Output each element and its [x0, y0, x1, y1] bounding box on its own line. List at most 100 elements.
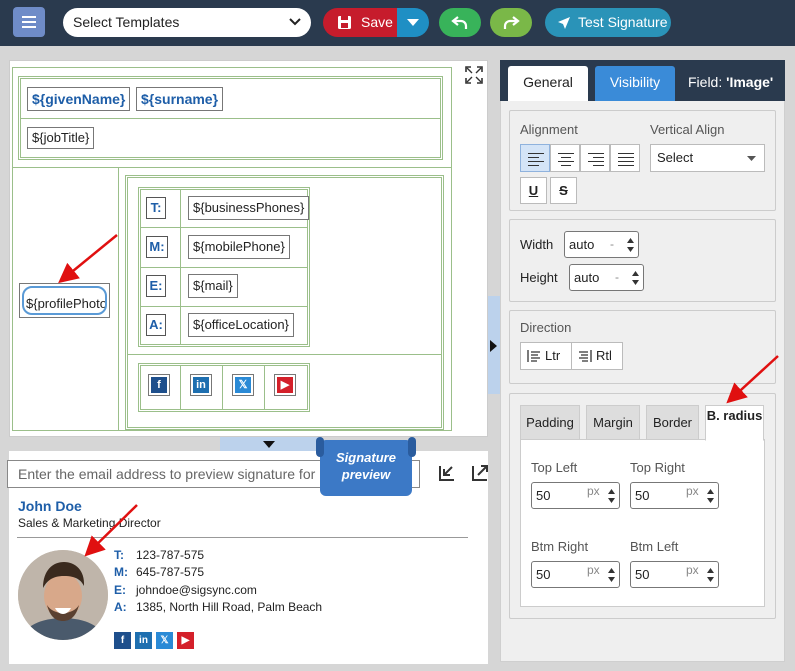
- profile-photo-image: [18, 550, 108, 640]
- btm-right-unit: px: [587, 563, 600, 577]
- height-label: Height: [520, 270, 558, 285]
- top-left-value: 50: [536, 488, 551, 503]
- save-button[interactable]: Save: [323, 8, 397, 37]
- btm-left-label: Btm Left: [630, 539, 679, 554]
- preview-contact-row: T: 123-787-575: [114, 547, 204, 564]
- top-left-unit: px: [587, 484, 600, 498]
- stepper-icon[interactable]: [632, 271, 639, 285]
- undo-button[interactable]: [439, 8, 481, 37]
- field-indicator: Field: 'Image': [688, 66, 773, 101]
- mail-placeholder[interactable]: ${mail}: [188, 274, 238, 298]
- vertical-align-select[interactable]: Select: [650, 144, 765, 172]
- profile-photo-label: ${profilePhoto}: [22, 286, 107, 315]
- redo-icon: [503, 16, 520, 29]
- contact-social-divider: [127, 354, 442, 355]
- facebook-icon[interactable]: f: [114, 632, 131, 649]
- template-select[interactable]: Select Templates: [63, 8, 311, 37]
- job-title-placeholder[interactable]: ${jobTitle}: [27, 127, 95, 149]
- given-name-placeholder[interactable]: ${givenName}: [27, 87, 131, 111]
- business-phones-placeholder[interactable]: ${businessPhones}: [188, 196, 310, 220]
- open-external-icon[interactable]: [470, 463, 490, 483]
- btm-left-input[interactable]: 50 px: [630, 561, 719, 588]
- name-divider: [20, 118, 441, 119]
- tab-general[interactable]: General: [508, 66, 588, 101]
- strikethrough-button[interactable]: S: [550, 177, 577, 204]
- align-center-button[interactable]: [550, 144, 580, 172]
- ltr-button[interactable]: Ltr: [520, 342, 572, 370]
- section-divider: [12, 167, 452, 168]
- test-signature-button[interactable]: Test Signature: [545, 8, 671, 37]
- align-right-button[interactable]: [580, 144, 610, 172]
- preview-contact-row: E: johndoe@sigsync.com: [114, 582, 257, 599]
- btm-right-input[interactable]: 50 px: [531, 561, 620, 588]
- caret-down-icon: [407, 19, 419, 26]
- linkedin-icon[interactable]: in: [135, 632, 152, 649]
- youtube-icon[interactable]: ▶: [177, 632, 194, 649]
- height-input[interactable]: auto -: [569, 264, 644, 291]
- undo-icon: [451, 16, 468, 29]
- stepper-icon[interactable]: [608, 489, 615, 503]
- top-right-value: 50: [635, 488, 650, 503]
- preview-contact-value: 1385, North Hill Road, Palm Beach: [136, 600, 323, 614]
- youtube-icon[interactable]: ▶: [274, 374, 296, 396]
- preview-contact-value: 123-787-575: [136, 548, 205, 562]
- preview-contact-row: A: 1385, North Hill Road, Palm Beach: [114, 599, 322, 616]
- panel-toggle[interactable]: [488, 296, 500, 394]
- rtl-button[interactable]: Rtl: [571, 342, 623, 370]
- preview-divider: [17, 537, 468, 538]
- office-location-placeholder[interactable]: ${officeLocation}: [188, 313, 294, 337]
- tab-visibility[interactable]: Visibility: [595, 66, 675, 101]
- signature-preview-ribbon: Signature preview: [316, 437, 416, 496]
- height-unit: -: [615, 270, 619, 284]
- contact-label: E:: [146, 275, 166, 297]
- tab-margin[interactable]: Margin: [586, 405, 640, 440]
- top-left-input[interactable]: 50 px: [531, 482, 620, 509]
- surname-placeholder[interactable]: ${surname}: [136, 87, 224, 111]
- preview-contact-label: T:: [114, 548, 124, 562]
- underline-button[interactable]: U: [520, 177, 547, 204]
- import-icon[interactable]: [437, 463, 457, 483]
- vertical-align-label: Vertical Align: [650, 122, 725, 137]
- save-dropdown-button[interactable]: [397, 8, 429, 37]
- stepper-icon[interactable]: [707, 489, 714, 503]
- tab-border[interactable]: Border: [646, 405, 699, 440]
- social-divider: [180, 365, 181, 410]
- stepper-icon[interactable]: [627, 238, 634, 252]
- preview-contact-value: johndoe@sigsync.com: [136, 583, 257, 597]
- linkedin-icon[interactable]: in: [190, 374, 212, 396]
- align-left-button[interactable]: [520, 144, 550, 172]
- align-justify-button[interactable]: [610, 144, 640, 172]
- vertical-align-value: Select: [657, 150, 694, 165]
- photo-column-divider: [118, 168, 119, 430]
- facebook-icon[interactable]: f: [148, 374, 170, 396]
- field-name: 'Image': [726, 74, 774, 90]
- send-icon: [558, 17, 570, 29]
- rtl-label: Rtl: [596, 348, 612, 363]
- x-icon[interactable]: 𝕏: [156, 632, 173, 649]
- tab-padding[interactable]: Padding: [520, 405, 580, 440]
- contact-row-divider: [140, 227, 308, 228]
- menu-button[interactable]: [13, 7, 45, 37]
- caret-down-icon: [747, 156, 756, 161]
- social-divider: [264, 365, 265, 410]
- width-input[interactable]: auto -: [564, 231, 639, 258]
- contact-row-divider: [140, 267, 308, 268]
- caret-down-icon: [263, 441, 275, 448]
- direction-label: Direction: [520, 320, 572, 335]
- preview-contact-label: E:: [114, 583, 126, 597]
- expand-icon[interactable]: [465, 66, 483, 84]
- preview-toggle[interactable]: [220, 437, 318, 451]
- stepper-icon[interactable]: [707, 568, 714, 582]
- tab-b-radius[interactable]: B. radius: [705, 405, 764, 441]
- redo-button[interactable]: [490, 8, 532, 37]
- top-right-input[interactable]: 50 px: [630, 482, 719, 509]
- mobile-phone-placeholder[interactable]: ${mobilePhone}: [188, 235, 290, 259]
- btm-right-label: Btm Right: [531, 539, 589, 554]
- preview-name: John Doe: [18, 498, 82, 514]
- stepper-icon[interactable]: [608, 568, 615, 582]
- ltr-label: Ltr: [545, 348, 561, 363]
- x-icon[interactable]: 𝕏: [232, 374, 254, 396]
- profile-photo-placeholder[interactable]: ${profilePhoto}: [19, 283, 110, 318]
- preview-contact-label: A:: [114, 600, 127, 614]
- social-divider: [222, 365, 223, 410]
